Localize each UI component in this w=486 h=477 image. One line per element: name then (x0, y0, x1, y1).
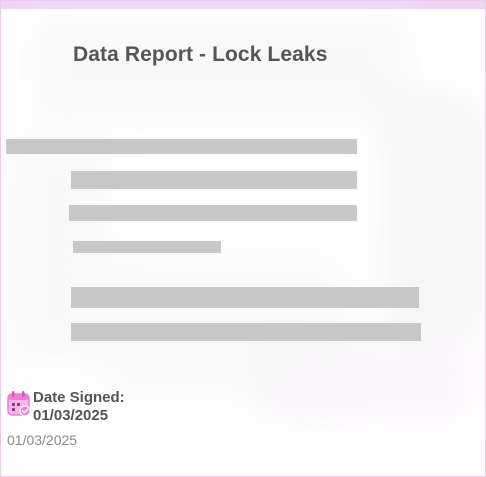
date-signed-value: 01/03/2025 (33, 407, 109, 424)
redacted-line (73, 241, 221, 253)
redacted-line (69, 205, 357, 221)
signature-date: 01/03/2025 (7, 432, 78, 448)
redacted-line (71, 323, 421, 341)
redacted-line (71, 171, 357, 189)
calendar-check-icon (7, 390, 31, 418)
date-signed-label: Date Signed: (33, 389, 125, 406)
report-title: Data Report - Lock Leaks (73, 43, 328, 66)
redacted-line (6, 139, 357, 154)
top-accent-bar (1, 1, 485, 9)
redacted-line (71, 287, 419, 308)
report-card: Data Report - Lock Leaks Date Signed: 01… (0, 0, 486, 477)
date-signed-block: Date Signed: 01/03/2025 (7, 389, 125, 425)
